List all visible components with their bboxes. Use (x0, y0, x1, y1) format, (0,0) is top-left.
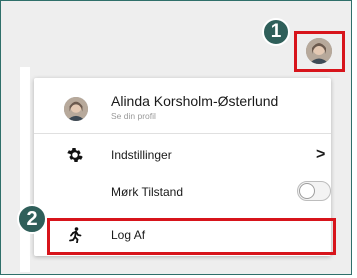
toggle-knob (299, 183, 315, 199)
callout-badge-2: 2 (17, 204, 47, 234)
chevron-right-icon: > (316, 146, 326, 163)
menu-divider (34, 133, 331, 134)
gear-icon (64, 144, 86, 166)
menu-item-dark-mode: Mørk Tilstand (34, 179, 331, 205)
dark-mode-toggle[interactable] (297, 181, 331, 201)
profile-name: Alinda Korsholm-Østerlund (111, 93, 279, 109)
content-edge (20, 67, 30, 272)
avatar-photo-icon (64, 97, 88, 121)
logout-highlight-box (47, 218, 336, 255)
dark-mode-label: Mørk Tilstand (111, 185, 184, 199)
menu-item-profile[interactable]: Alinda Korsholm-Østerlund Se din profil (34, 88, 331, 128)
avatar-highlight-box (294, 31, 345, 72)
moon-icon (64, 181, 86, 203)
profile-subtitle: Se din profil (111, 111, 156, 121)
menu-item-settings[interactable]: Indstillinger > (34, 142, 331, 168)
callout-badge-1: 1 (262, 18, 290, 46)
profile-avatar (64, 97, 88, 121)
settings-label: Indstillinger (111, 148, 172, 162)
